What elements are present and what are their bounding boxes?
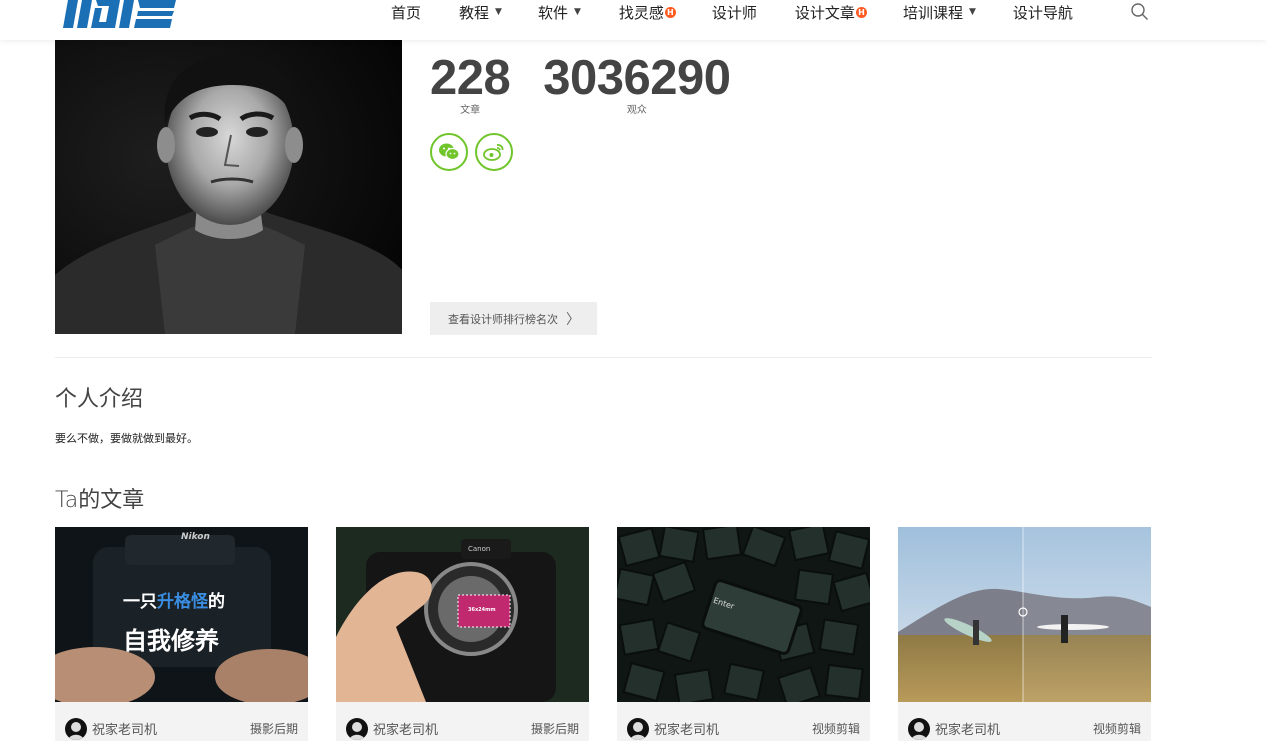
view-ranking-label: 查看设计师排行榜名次 — [448, 312, 558, 326]
audience-label: 观众 — [626, 105, 647, 116]
author-avatar[interactable] — [627, 718, 649, 740]
article-category[interactable]: 视频剪辑 — [812, 720, 860, 737]
author-avatar[interactable] — [346, 718, 368, 740]
nav-label: 软件 — [537, 3, 568, 22]
article-thumbnail[interactable]: Nikon 一只升格怪的 自我修养 — [55, 527, 308, 702]
caption-text: 的 — [208, 592, 225, 612]
audience-count: 3036290 — [543, 51, 731, 105]
nav-label: 设计师 — [711, 3, 757, 22]
article-meta: 祝家老司机 摄影后期 — [55, 702, 308, 741]
designer-portrait — [55, 40, 402, 334]
author-name[interactable]: 祝家老司机 — [373, 719, 438, 738]
top-navbar: 首页 教程 ▼ 软件 ▼ 找灵感 H 设计师 设计文章 H 培训课程 ▼ 设计导… — [0, 0, 1267, 40]
camera-brand: Canon — [468, 545, 491, 553]
article-meta: 祝家老司机 摄影后期 — [336, 702, 589, 741]
nav-design-articles[interactable]: 设计文章 H — [795, 0, 867, 24]
nav-label: 首页 — [391, 3, 422, 22]
articles-count: 228 — [430, 51, 511, 105]
section-divider — [55, 357, 1152, 358]
article-thumbnail[interactable]: Canon 36x24mm — [336, 527, 589, 702]
nav-design-guide[interactable]: 设计导航 — [1013, 0, 1073, 24]
main-nav: 首页 教程 ▼ 软件 ▼ 找灵感 H 设计师 设计文章 H 培训课程 ▼ 设计导… — [391, 0, 1073, 40]
weibo-icon[interactable] — [475, 133, 513, 171]
wechat-icon[interactable] — [430, 133, 468, 171]
social-links — [430, 133, 520, 171]
intro-text: 要么不做，要做就做到最好。 — [55, 432, 198, 445]
intro-heading: 个人介绍 — [55, 387, 144, 412]
nav-label: 设计导航 — [1012, 3, 1073, 22]
article-meta: 祝家老司机 视频剪辑 — [617, 702, 870, 741]
nav-tutorials[interactable]: 教程 ▼ — [459, 0, 502, 24]
thumbnail-caption-line1: 一只升格怪的 — [123, 587, 225, 612]
sensor-size-label: 36x24mm — [468, 607, 496, 613]
site-logo[interactable] — [62, 0, 178, 32]
view-ranking-button[interactable]: 查看设计师排行榜名次 〉 — [430, 302, 597, 335]
caret-down-icon: ▼ — [968, 7, 976, 17]
author-name[interactable]: 祝家老司机 — [935, 719, 1000, 738]
article-thumbnail[interactable] — [898, 527, 1151, 702]
articles-heading: Ta的文章 — [55, 488, 145, 513]
caption-text: 一只 — [123, 592, 157, 612]
stat-articles: 228 文章 — [430, 51, 511, 116]
article-category[interactable]: 视频剪辑 — [1093, 720, 1141, 737]
nav-label: 教程 — [459, 3, 490, 22]
nav-software[interactable]: 软件 ▼ — [538, 0, 581, 24]
article-card[interactable]: 祝家老司机 视频剪辑 — [898, 527, 1151, 741]
nav-inspiration[interactable]: 找灵感 H — [619, 0, 676, 24]
article-meta: 祝家老司机 视频剪辑 — [898, 702, 1151, 741]
author-avatar[interactable] — [908, 718, 930, 740]
nav-training[interactable]: 培训课程 ▼ — [903, 0, 976, 24]
hot-badge-icon: H — [664, 6, 676, 18]
chevron-right-icon: 〉 — [566, 311, 580, 328]
article-category[interactable]: 摄影后期 — [250, 720, 298, 737]
nav-home[interactable]: 首页 — [391, 0, 421, 24]
caption-highlight: 升格怪 — [157, 592, 208, 612]
nav-designers[interactable]: 设计师 — [712, 0, 757, 24]
author-avatar[interactable] — [65, 718, 87, 740]
camera-brand: Nikon — [181, 532, 210, 542]
article-card[interactable]: Canon 36x24mm 祝家老司机 摄影后期 — [336, 527, 589, 741]
author-name[interactable]: 祝家老司机 — [654, 719, 719, 738]
article-card[interactable]: Nikon 一只升格怪的 自我修养 祝家老司机 摄影后期 — [55, 527, 308, 741]
nav-label: 培训课程 — [902, 3, 963, 22]
hot-badge-icon: H — [855, 6, 867, 18]
nav-label: 找灵感 — [618, 3, 664, 22]
article-card[interactable]: Enter 祝家老司机 视频剪辑 — [617, 527, 870, 741]
search-icon[interactable] — [1130, 2, 1150, 22]
author-name[interactable]: 祝家老司机 — [92, 719, 157, 738]
caret-down-icon: ▼ — [495, 7, 502, 17]
nav-label: 设计文章 — [794, 3, 855, 22]
designer-stats: 228 文章 3036290 观众 — [430, 52, 764, 116]
stat-audience: 3036290 观众 — [543, 51, 731, 116]
article-category[interactable]: 摄影后期 — [531, 720, 579, 737]
article-thumbnail[interactable]: Enter — [617, 527, 870, 702]
thumbnail-caption-line2: 自我修养 — [123, 627, 219, 655]
caret-down-icon: ▼ — [573, 7, 581, 17]
articles-label: 文章 — [460, 105, 481, 116]
